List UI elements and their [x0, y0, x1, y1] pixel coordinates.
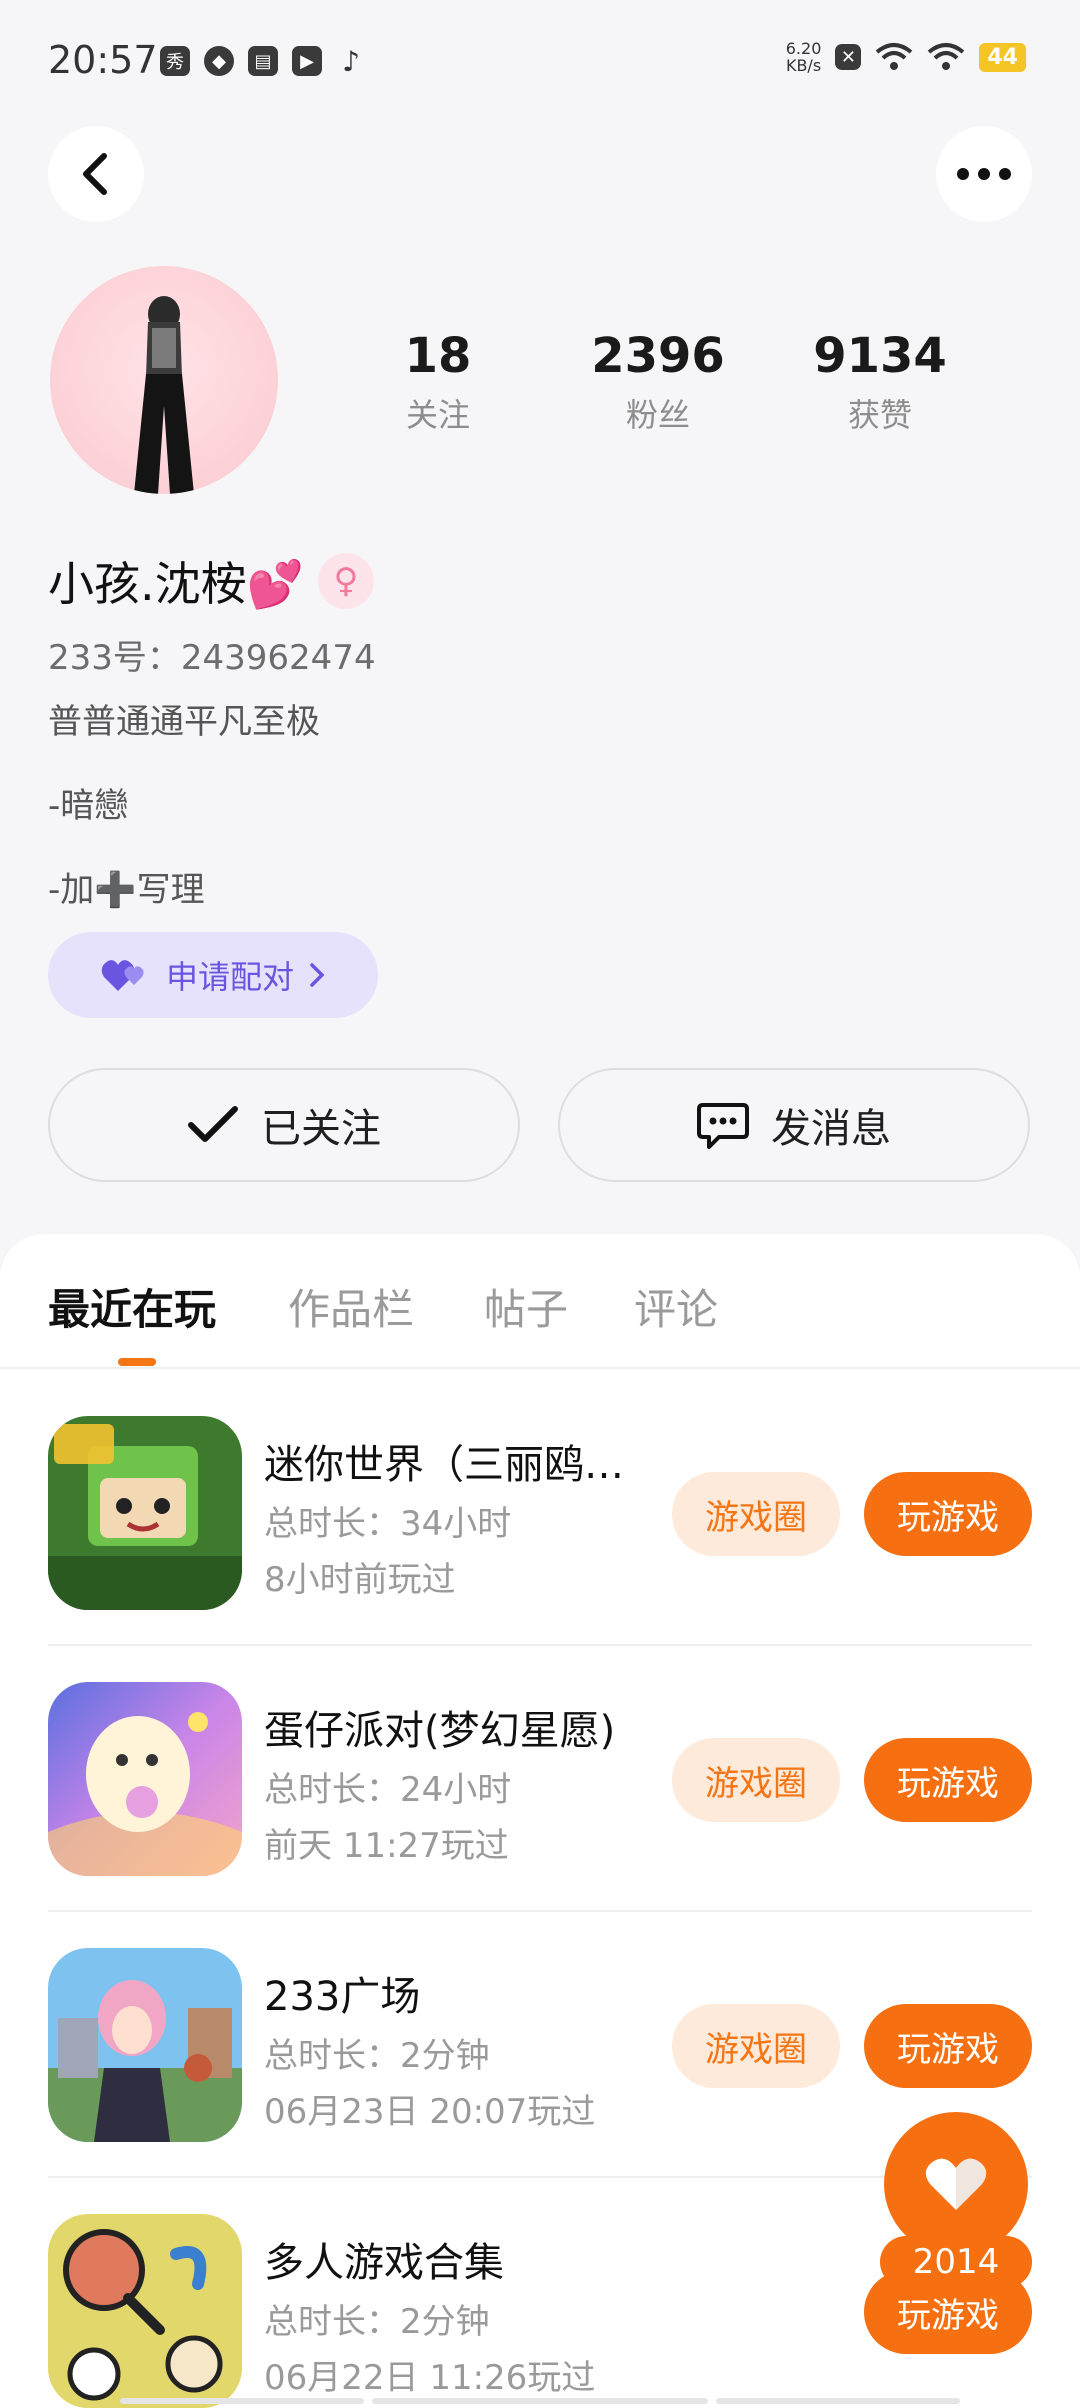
stat-followers[interactable]: 2396 粉丝: [568, 328, 748, 436]
silent-icon: ✕: [835, 44, 862, 70]
game-last-played: 前天 11:27玩过: [264, 1826, 509, 1866]
tab-recently-playing[interactable]: 最近在玩: [48, 1276, 216, 1337]
scroll-indicator: [716, 2398, 960, 2404]
female-icon: ♀: [317, 553, 374, 609]
wifi-6-icon: [876, 43, 913, 70]
stat-following-label: 关注: [405, 396, 470, 434]
game-name[interactable]: 蛋仔派对(梦幻星愿): [264, 1698, 624, 1756]
like-count: 2014: [880, 2236, 1032, 2288]
notification-video-icon: ▶: [292, 46, 322, 76]
tab-posts[interactable]: 帖子: [484, 1276, 568, 1337]
game-duration: 总时长：34小时: [264, 1504, 512, 1544]
game-last-played: 06月23日 20:07玩过: [264, 2092, 596, 2132]
mini-world-art-icon: [48, 1416, 242, 1610]
tab-comments[interactable]: 评论: [634, 1276, 718, 1337]
game-name[interactable]: 迷你世界（三丽鸥联动）: [264, 1432, 644, 1490]
stat-likes-label: 获赞: [847, 396, 912, 434]
heart-icon: [925, 2158, 987, 2210]
user-id: 233号：243962474: [48, 638, 376, 678]
notification-card-icon: ▤: [248, 46, 278, 76]
bio-line-1: 普普通通平凡至极: [48, 702, 320, 742]
notification-app-icon: 秀: [160, 46, 190, 76]
scroll-indicator: [120, 2398, 364, 2404]
request-pair-label: 申请配对: [165, 958, 294, 996]
game-circle-button[interactable]: 游戏圈: [672, 1472, 840, 1556]
row-divider: [48, 1644, 1032, 1646]
play-game-button[interactable]: 玩游戏: [864, 1738, 1032, 1822]
stat-followers-value: 2396: [591, 328, 725, 384]
game-icon-233-plaza[interactable]: [48, 1948, 242, 2142]
network-speed-value: 6.20: [785, 39, 822, 58]
message-label: 发消息: [771, 1106, 891, 1152]
game-icon-multiplayer[interactable]: [48, 2214, 242, 2408]
message-button[interactable]: 发消息: [558, 1068, 1030, 1182]
like-fab[interactable]: [884, 2112, 1028, 2256]
profile-name: 小孩.沈桉💕 ♀: [48, 548, 374, 614]
game-circle-button[interactable]: 游戏圈: [672, 2004, 840, 2088]
chat-bubble-icon: [697, 1103, 749, 1149]
stat-likes-value: 9134: [813, 328, 947, 384]
network-speed: 6.20 KB/s: [786, 40, 822, 74]
scroll-indicator: [372, 2398, 708, 2404]
wifi-icon: [928, 43, 965, 70]
row-divider: [48, 1910, 1032, 1912]
tab-divider: [0, 1367, 1080, 1369]
eggy-party-art-icon: [48, 1682, 242, 1876]
game-name[interactable]: 多人游戏合集: [264, 2230, 644, 2288]
game-last-played: 8小时前玩过: [264, 1560, 456, 1600]
nickname-text: 小孩.沈桉💕: [48, 557, 304, 611]
game-duration: 总时长：2分钟: [264, 2302, 490, 2342]
battery-indicator: 44: [979, 42, 1026, 72]
game-last-played: 06月22日 11:26玩过: [264, 2358, 596, 2398]
chevron-right-icon: [310, 963, 325, 987]
tiktok-icon: ♪: [342, 44, 360, 78]
play-game-button[interactable]: 玩游戏: [864, 2004, 1032, 2088]
notification-audio-icon: ◆: [204, 46, 234, 76]
status-time: 20:57: [48, 38, 158, 82]
stat-following[interactable]: 18 关注: [348, 328, 528, 436]
tab-works[interactable]: 作品栏: [288, 1276, 414, 1337]
network-speed-unit: KB/s: [785, 56, 822, 75]
chevron-left-icon: [83, 153, 107, 195]
multiplayer-art-icon: [48, 2214, 242, 2408]
status-notification-icons: 秀 ◆ ▤ ▶ ♪: [160, 44, 366, 78]
game-icon-eggy-party[interactable]: [48, 1682, 242, 1876]
game-icon-mini-world[interactable]: [48, 1416, 242, 1610]
plaza-art-icon: [48, 1948, 242, 2142]
back-button[interactable]: [48, 126, 144, 222]
stat-following-value: 18: [404, 328, 472, 384]
game-duration: 总时长：2分钟: [264, 2036, 490, 2076]
avatar-figure-icon: [134, 296, 194, 494]
more-dots-icon: [957, 168, 1011, 180]
followed-label: 已关注: [261, 1106, 381, 1152]
avatar[interactable]: [50, 266, 278, 494]
check-icon: [188, 1106, 238, 1142]
play-game-button[interactable]: 玩游戏: [864, 1472, 1032, 1556]
game-circle-button[interactable]: 游戏圈: [672, 1738, 840, 1822]
status-system-icons: 6.20 KB/s ✕ 44: [786, 40, 1026, 74]
stat-followers-label: 粉丝: [625, 396, 690, 434]
more-button[interactable]: [936, 126, 1032, 222]
tab-active-indicator: [118, 1358, 156, 1366]
game-name[interactable]: 233广场: [264, 1964, 644, 2022]
game-duration: 总时长：24小时: [264, 1770, 512, 1810]
double-heart-icon: [101, 960, 144, 991]
bio-line-2: -暗戀: [48, 786, 129, 826]
followed-button[interactable]: 已关注: [48, 1068, 520, 1182]
bio-line-3: -加➕写理: [48, 870, 205, 910]
request-pair-button[interactable]: 申请配对: [48, 932, 378, 1018]
stat-likes[interactable]: 9134 获赞: [790, 328, 970, 436]
